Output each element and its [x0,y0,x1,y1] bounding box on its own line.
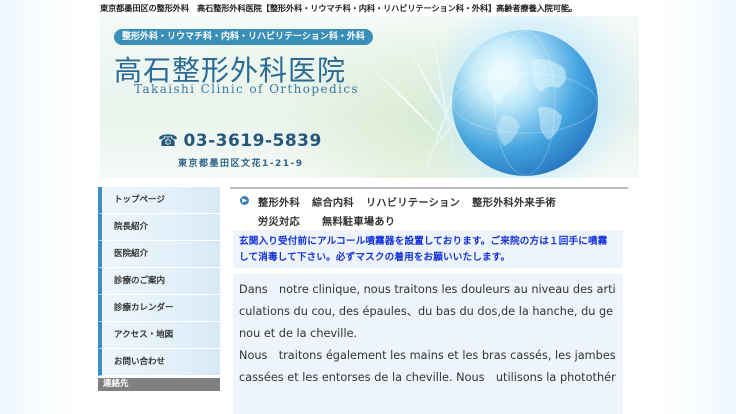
header-banner: 整形外科・リウマチ科・内科・リハビリテーション科・外科 高石整形外科医院 Tak… [100,16,639,178]
french-paragraph-1: Dans notre clinique, nous traitons les d… [239,283,616,340]
nav-calendar[interactable]: 診療カレンダー [98,295,220,322]
telephone-icon: ☎ [158,131,179,150]
departments-badge: 整形外科・リウマチ科・内科・リハビリテーション科・外科 [114,29,373,45]
nav-clinic-intro[interactable]: 医院紹介 [98,241,220,268]
service-item: リハビリテーション [365,198,461,209]
globe-image [452,30,598,176]
nav-access-map[interactable]: アクセス・地図 [98,322,220,349]
clinic-address: 東京都墨田区文花1-21-9 [178,159,304,169]
nav-services[interactable]: 診療のご案内 [98,268,220,295]
sidebar-nav: トップページ 院長紹介 医院紹介 診療のご案内 診療カレンダー アクセス・地図 … [98,187,220,400]
french-intro: Dans notre clinique, nous traitons les d… [233,274,623,414]
services-line-1: 整形外科 綜合内科 リハビリテーション 整形外科外来手術 [258,194,556,209]
services-summary: ▶ 整形外科 綜合内科 リハビリテーション 整形外科外来手術 労災対応 無料駐車場あり [230,187,628,228]
phone-text: 03-3619-5839 [183,131,322,151]
service-item: 労災対応 [258,217,300,228]
service-item: 整形外科外来手術 [472,198,556,209]
service-item: 綜合内科 [311,198,354,209]
service-item: 無料駐車場あり [321,217,396,228]
contact-heading: 連絡先 [98,378,220,391]
services-line-2: 労災対応 無料駐車場あり [258,213,395,228]
nav-top-page[interactable]: トップページ [98,187,220,214]
french-paragraph-2: Nous traitons également les mains et les… [239,349,616,384]
covid-notice: 玄関入り受付前にアルコール噴霧器を設置しております。ご来院の方は１回手に噴霧して… [233,230,623,268]
service-item: 整形外科 [258,198,300,209]
clinic-logo-english: Takaishi Clinic of Orthopedics [134,82,359,96]
main-content: ▶ 整形外科 綜合内科 リハビリテーション 整形外科外来手術 労災対応 無料駐車場あり … [230,187,630,414]
nav-director[interactable]: 院長紹介 [98,214,220,241]
phone-number: ☎ 03-3619-5839 [158,131,322,151]
arrow-right-icon: ▶ [240,196,249,205]
site-tagline: 東京都墨田区の整形外科 高石整形外科医院【整形外科・リウマチ科・内科・リハビリテ… [100,3,578,13]
nav-contact[interactable]: お問い合わせ [98,349,220,376]
